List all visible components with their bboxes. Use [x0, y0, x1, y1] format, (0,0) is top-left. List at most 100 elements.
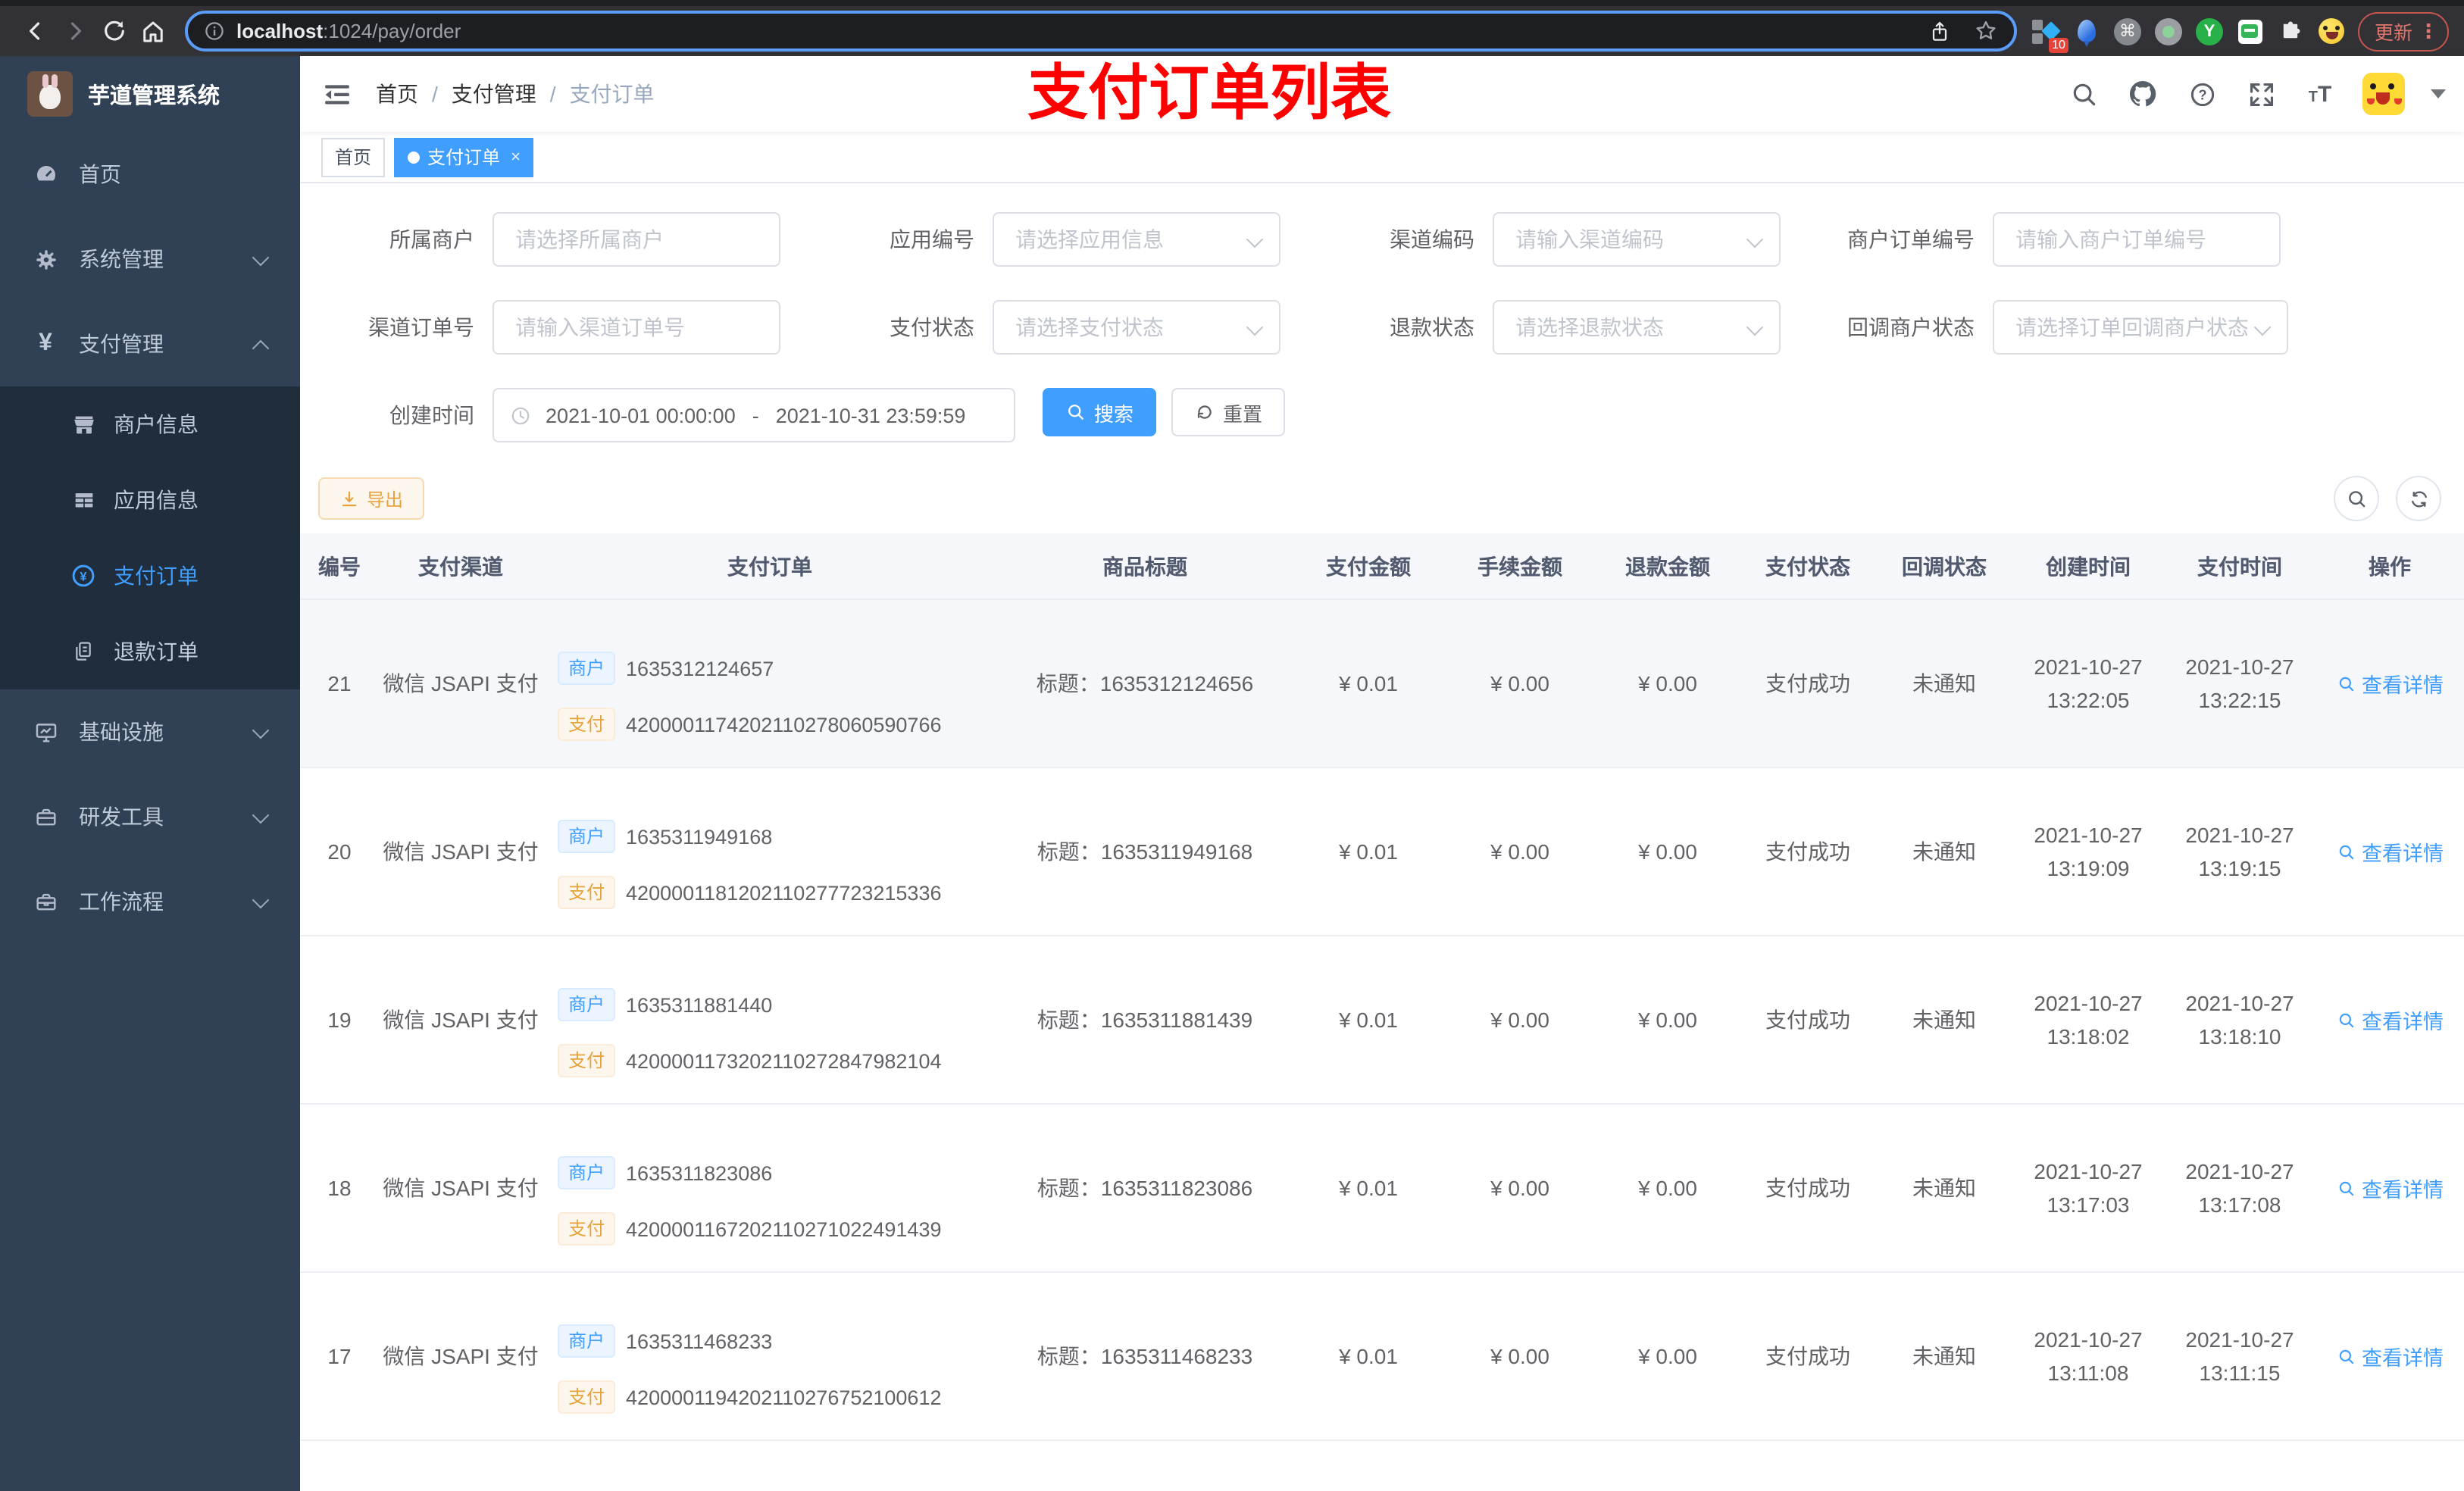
refund-amount: ¥ 0.00: [1638, 671, 1697, 695]
y-extension-icon[interactable]: Y: [2195, 17, 2223, 45]
table-row: 19 微信 JSAPI 支付 商户 1635311881440 支付 42000…: [300, 936, 2464, 1105]
bookmark-star-icon[interactable]: [1973, 18, 1999, 44]
merchant-order-no: 1635311949168: [626, 825, 773, 848]
sidebar-item-system[interactable]: 系统管理: [0, 217, 300, 302]
view-detail-link[interactable]: 查看详情: [2336, 1005, 2444, 1035]
chevron-down-icon: [1246, 318, 1264, 336]
svg-text:?: ?: [2197, 86, 2206, 102]
notify-status-select[interactable]: 请选择订单回调商户状态: [1993, 300, 2288, 355]
channel-order-no-input[interactable]: [492, 300, 780, 355]
help-icon[interactable]: ?: [2185, 77, 2219, 111]
sidebar-item-infrastructure[interactable]: 基础设施: [0, 689, 300, 774]
chat-extension-icon[interactable]: [2237, 17, 2264, 45]
tab-pay-order[interactable]: 支付订单 ×: [394, 137, 534, 177]
notify-status: 未通知: [1912, 1008, 1976, 1032]
filter-label-channel-order-no: 渠道订单号: [368, 315, 474, 339]
top-navbar: 首页 / 支付管理 / 支付订单 支付订单列表 ? TT: [300, 56, 2464, 132]
product-title: 1635311949168: [1100, 839, 1253, 864]
recorder-extension-icon[interactable]: [2154, 17, 2182, 45]
fullscreen-icon[interactable]: [2244, 77, 2278, 111]
merchant-tag: 商户: [558, 652, 616, 685]
breadcrumb-home[interactable]: 首页: [376, 79, 418, 109]
view-detail-link[interactable]: 查看详情: [2336, 1341, 2444, 1371]
title-prefix: 标题：: [1037, 1176, 1101, 1200]
avatar[interactable]: [2362, 73, 2405, 115]
table-header-row: 编号 支付渠道 支付订单 商品标题 支付金额 手续金额 退款金额 支付状态 回调…: [300, 533, 2464, 600]
sidebar-item-refund-order[interactable]: 退款订单: [0, 614, 300, 689]
sidebar-collapse-button[interactable]: [318, 76, 355, 112]
reset-button[interactable]: 重置: [1171, 388, 1286, 436]
sidebar-item-home[interactable]: 首页: [0, 132, 300, 217]
browser-reload-button[interactable]: [94, 11, 133, 51]
sidebar-item-pay-order[interactable]: ¥ 支付订单: [0, 538, 300, 614]
emoji-extension-icon[interactable]: [2319, 17, 2346, 45]
close-tab-icon[interactable]: ×: [511, 148, 521, 166]
channel-code-select[interactable]: 请输入渠道编码: [1493, 212, 1781, 267]
sidebar-item-app-info[interactable]: 应用信息: [0, 462, 300, 538]
toggle-search-button[interactable]: [2334, 476, 2379, 521]
app-select[interactable]: 请选择应用信息: [993, 212, 1280, 267]
created-time: 13:19:09: [2047, 856, 2130, 880]
browser-menu-dots-icon[interactable]: ⋮: [2419, 19, 2438, 43]
paid-date: 2021-10-27: [2185, 823, 2294, 847]
refund-status-select[interactable]: 请选择退款状态: [1493, 300, 1781, 355]
browser-update-button[interactable]: 更新 ⋮: [2357, 11, 2449, 51]
col-channel: 支付渠道: [379, 533, 543, 600]
search-button[interactable]: 搜索: [1043, 388, 1157, 436]
search-icon[interactable]: [2067, 77, 2100, 111]
merchant-input[interactable]: [492, 212, 780, 267]
refresh-table-button[interactable]: [2396, 476, 2441, 521]
fee-amount: ¥ 0.00: [1490, 839, 1549, 864]
sidebar-item-workflow[interactable]: 工作流程: [0, 859, 300, 944]
view-detail-link[interactable]: 查看详情: [2336, 1173, 2444, 1203]
create-time-range-picker[interactable]: 2021-10-01 00:00:00 - 2021-10-31 23:59:5…: [492, 388, 1015, 442]
chevron-down-icon: [1746, 230, 1764, 248]
refresh-icon: [2411, 490, 2426, 507]
merchant-order-no-input[interactable]: [1993, 212, 2281, 267]
balloon-extension-icon[interactable]: [2073, 17, 2100, 47]
sidebar-item-label: 基础设施: [79, 720, 164, 744]
title-prefix: 标题：: [1037, 1008, 1101, 1032]
tab-home[interactable]: 首页: [321, 137, 386, 177]
command-extension-icon[interactable]: ⌘: [2113, 17, 2141, 45]
sketch-extension-icon[interactable]: 10: [2031, 17, 2068, 52]
chevron-down-icon: [252, 806, 270, 824]
browser-back-button[interactable]: [15, 11, 55, 51]
url-bar[interactable]: localhost :1024/pay/order: [185, 11, 2017, 52]
pay-channel: 微信 JSAPI 支付: [383, 1008, 539, 1032]
notify-status: 未通知: [1912, 1344, 1976, 1368]
app-logo[interactable]: 芋道管理系统: [0, 56, 300, 132]
sidebar-item-label: 应用信息: [114, 488, 199, 512]
col-refund: 退款金额: [1596, 533, 1740, 600]
sidebar-item-label: 工作流程: [79, 889, 164, 914]
sidebar-item-payment[interactable]: ¥ 支付管理: [0, 302, 300, 386]
view-detail-link[interactable]: 查看详情: [2336, 836, 2444, 867]
pay-amount: ¥ 0.01: [1339, 1008, 1398, 1032]
fee-amount: ¥ 0.00: [1490, 1176, 1549, 1200]
breadcrumb: 首页 / 支付管理 / 支付订单: [376, 79, 655, 109]
pay-amount: ¥ 0.01: [1339, 839, 1398, 864]
avatar-dropdown-caret-icon[interactable]: [2431, 89, 2446, 98]
browser-forward-button[interactable]: [55, 11, 94, 51]
pay-status-select[interactable]: 请选择支付状态: [993, 300, 1280, 355]
view-detail-link[interactable]: 查看详情: [2336, 668, 2444, 699]
paid-time: 13:11:15: [2199, 1361, 2281, 1385]
product-title: 1635311881439: [1100, 1008, 1253, 1032]
order-id: 19: [327, 1008, 352, 1032]
extensions-puzzle-icon[interactable]: [2278, 17, 2305, 45]
font-size-icon[interactable]: TT: [2303, 77, 2337, 111]
share-icon[interactable]: [1928, 19, 1952, 43]
breadcrumb-payment[interactable]: 支付管理: [452, 79, 536, 109]
sidebar-item-dev-tools[interactable]: 研发工具: [0, 774, 300, 859]
url-host: localhost: [236, 20, 324, 42]
paid-date: 2021-10-27: [2185, 655, 2294, 679]
github-icon[interactable]: [2126, 77, 2159, 111]
table-row: 商户 1635311254796 支付 标题：: [300, 1440, 2464, 1491]
browser-home-button[interactable]: [133, 11, 173, 51]
col-id: 编号: [300, 533, 379, 600]
sidebar-item-merchant-info[interactable]: 商户信息: [0, 386, 300, 462]
export-button[interactable]: 导出: [318, 477, 425, 520]
sidebar: 芋道管理系统 首页 系统管理 ¥ 支付管理 商户信息 应用信息 ¥ 支付订单 退…: [0, 56, 300, 1491]
pay-amount: ¥ 0.01: [1339, 671, 1398, 695]
logo-avatar: [27, 71, 73, 117]
